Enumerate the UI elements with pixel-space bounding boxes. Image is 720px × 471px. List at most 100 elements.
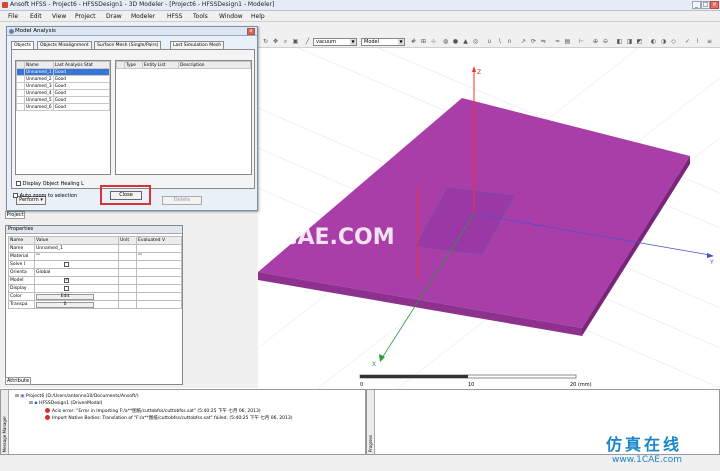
menu-tools[interactable]: Tools — [193, 13, 208, 20]
wireframe-icon[interactable]: ◇ — [670, 38, 677, 45]
model-canvas: Z Y X 1CAE.COM 0 10 20 (mm) — [258, 48, 720, 388]
list-item[interactable]: Unnamed_2 Good — [16, 75, 111, 83]
close-button[interactable]: Close — [110, 191, 142, 200]
shade-icon[interactable]: ◑ — [660, 38, 667, 45]
grid-icon[interactable]: # — [410, 38, 417, 45]
display-healing-checkbox[interactable] — [16, 181, 21, 186]
message-design-node[interactable]: ⊟ ◆ HFSSDesign1 (DrivenModal) — [29, 401, 102, 406]
progress-tab[interactable]: Progress — [367, 390, 375, 454]
view-iso-icon[interactable]: ◩ — [636, 38, 643, 45]
cylinder-icon[interactable]: ◍ — [442, 38, 449, 45]
analyze-icon[interactable]: ! — [694, 38, 701, 45]
cone-icon[interactable]: ▲ — [462, 38, 469, 45]
view-side-icon[interactable]: ◨ — [626, 38, 633, 45]
auto-zoom-option[interactable]: Auto zoom to selection — [13, 193, 77, 199]
list-item[interactable]: Unnamed_4 Good — [16, 89, 111, 97]
display-healing-option[interactable]: Display Object Healing L — [16, 181, 84, 187]
list-item[interactable]: Unnamed_3 Good — [16, 82, 111, 90]
delete-button[interactable]: Delete — [162, 196, 202, 205]
watermark-text: 仿真在线 — [606, 435, 683, 454]
tab-attribute[interactable]: Attribute — [5, 377, 31, 385]
dialog-close-icon[interactable]: x — [247, 28, 255, 35]
message-manager-tab[interactable]: Message Manager — [1, 390, 9, 454]
view-front-icon[interactable]: ◧ — [616, 38, 623, 45]
color-edit-button[interactable]: Edit — [36, 293, 94, 300]
list-item[interactable]: Unnamed_1 Good — [16, 68, 111, 76]
3d-viewport[interactable]: Z Y X 1CAE.COM 0 10 20 (mm) — [258, 48, 720, 388]
expand-icon[interactable]: ⊟ — [15, 394, 19, 399]
tab-last-simulation-mesh[interactable]: Last Simulation Mesh — [170, 41, 225, 49]
menu-window[interactable]: Window — [219, 13, 243, 20]
move-icon[interactable]: ↗ — [520, 38, 527, 45]
thicken-icon[interactable]: ▤ — [564, 38, 571, 45]
tab-objects-misalignment[interactable]: Objects Misalignment — [37, 41, 92, 49]
display-wireframe-checkbox[interactable] — [64, 285, 69, 291]
fit-icon[interactable]: ▣ — [292, 38, 299, 45]
tab-project[interactable]: Project — [5, 211, 25, 219]
diagnostics-table: Type Entity List Description — [116, 61, 251, 69]
message-line[interactable]: Acis error: "Error in Importing F:/a**图纸… — [45, 408, 261, 414]
auto-zoom-checkbox[interactable] — [13, 193, 18, 198]
zoom-icon[interactable]: ⌕ — [282, 38, 289, 45]
sphere-icon[interactable]: ● — [452, 38, 459, 45]
sweep-icon[interactable]: ≈ — [554, 38, 561, 45]
message-line[interactable]: Import Native Bodies: Translation of "F:… — [45, 415, 293, 421]
table-row[interactable]: Model — [8, 276, 182, 285]
tab-body: Name Last Analysis Stat Unnamed_1 Good Un… — [11, 49, 255, 205]
subtract-icon[interactable]: ∖ — [496, 38, 503, 45]
results-icon[interactable]: ≡ — [706, 38, 713, 45]
close-window-button[interactable]: × — [710, 1, 719, 9]
dialog-icon — [9, 29, 14, 34]
menu-modeler[interactable]: Modeler — [131, 13, 155, 20]
transparency-field[interactable]: 0 — [36, 301, 94, 308]
table-row[interactable]: Display — [8, 284, 182, 293]
rotate-object-icon[interactable]: ⟳ — [530, 38, 537, 45]
table-row[interactable]: Material "" "" — [8, 252, 182, 261]
diagnostics-list: Type Entity List Description — [115, 60, 252, 175]
tab-surface-mesh[interactable]: Surface Mesh (Single/Pairs) — [94, 41, 162, 49]
torus-icon[interactable]: ◎ — [472, 38, 479, 45]
tab-objects[interactable]: Objects — [11, 41, 35, 49]
unite-icon[interactable]: ∪ — [486, 38, 493, 45]
table-row[interactable]: Transpa 0 — [8, 300, 182, 309]
zoom-out-icon[interactable]: ⊖ — [602, 38, 609, 45]
mirror-icon[interactable]: ⇋ — [540, 38, 547, 45]
rotate-icon[interactable]: ↻ — [262, 38, 269, 45]
table-row[interactable]: Color Edit — [8, 292, 182, 301]
solve-inside-checkbox[interactable] — [64, 261, 69, 267]
model-select[interactable]: Model ▼ — [361, 38, 405, 46]
cs-icon[interactable]: ⊹ — [430, 38, 437, 45]
list-item[interactable]: Unnamed_6 Good — [16, 103, 111, 111]
col-unit: Unit — [118, 236, 137, 245]
message-project-node[interactable]: ⊟ ▣ Project6 (D:/Users/antenna10/Documen… — [15, 394, 139, 399]
menu-file[interactable]: File — [8, 13, 18, 20]
measure-icon[interactable]: ⊢ — [578, 38, 585, 45]
table-row[interactable]: Solve I — [8, 260, 182, 269]
table-row[interactable]: Name Unnamed_1 — [8, 244, 182, 253]
zoom-in-icon[interactable]: ⊕ — [592, 38, 599, 45]
menu-help[interactable]: Help — [251, 13, 265, 20]
material-select[interactable]: vacuum ▼ — [313, 38, 357, 46]
table-row[interactable]: Orienta Global — [8, 268, 182, 277]
chevron-down-icon: ▼ — [350, 39, 356, 45]
minimize-button[interactable]: _ — [692, 1, 701, 9]
list-item[interactable]: Unnamed_5 Good — [16, 96, 111, 104]
model-checkbox[interactable] — [64, 277, 69, 283]
error-icon — [45, 408, 50, 413]
draw-line-icon[interactable]: ╱ — [304, 38, 311, 45]
menu-hfss[interactable]: HFSS — [167, 13, 182, 20]
col-status: Last Analysis Stat — [52, 61, 111, 69]
menu-draw[interactable]: Draw — [106, 13, 122, 20]
maximize-button[interactable]: □ — [701, 1, 710, 9]
menu-edit[interactable]: Edit — [30, 13, 42, 20]
intersect-icon[interactable]: ∩ — [506, 38, 513, 45]
title-bar: Ansoft HFSS - Project6 - HFSSDesign1 - 3… — [0, 0, 720, 11]
menu-project[interactable]: Project — [75, 13, 96, 20]
model-analysis-dialog: Model Analysis x Objects Objects Misalig… — [6, 26, 258, 211]
expand-icon[interactable]: ⊟ — [29, 401, 33, 406]
pan-icon[interactable]: ✥ — [272, 38, 279, 45]
render-icon[interactable]: ◐ — [650, 38, 657, 45]
snap-icon[interactable]: ⊞ — [420, 38, 427, 45]
validate-icon[interactable]: ✓ — [684, 38, 691, 45]
menu-view[interactable]: View — [52, 13, 66, 20]
